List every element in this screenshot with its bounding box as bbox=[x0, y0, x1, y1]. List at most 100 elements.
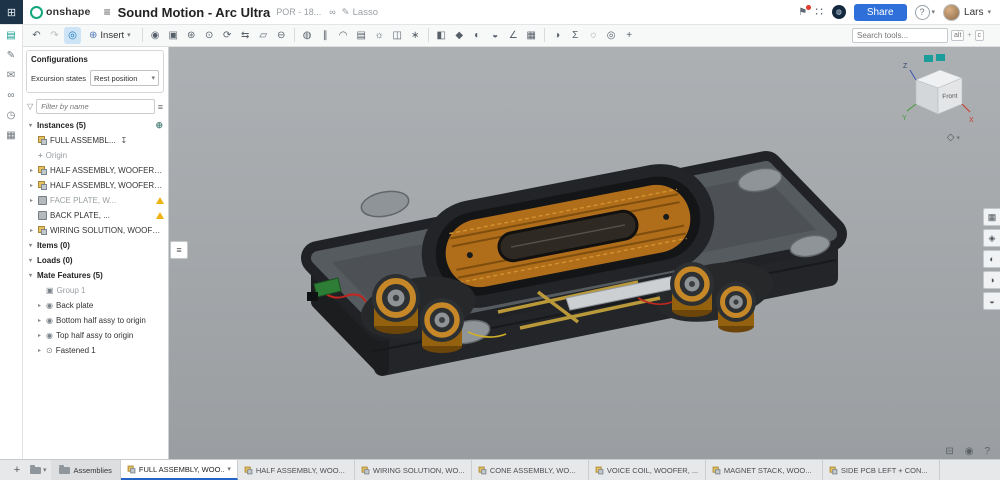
configuration-select[interactable]: Rest position ▾ bbox=[90, 70, 159, 86]
tree-item-half-assembly-1[interactable]: ▸ HALF ASSEMBLY, WOOFER, ... bbox=[22, 163, 168, 178]
comments-panel-icon[interactable]: ✉ bbox=[7, 70, 15, 81]
tab-full-assembly[interactable]: FULL ASSEMBLY, WOO... ▾ bbox=[121, 460, 238, 480]
onshape-logo[interactable]: onshape bbox=[30, 6, 91, 19]
user-menu[interactable]: Lars ▾ bbox=[943, 4, 991, 21]
chevron-right-icon[interactable]: ▸ bbox=[36, 302, 43, 309]
section-instances[interactable]: ▾ Instances (5) ⊕ bbox=[22, 118, 168, 133]
mass-properties-icon[interactable]: Σ bbox=[567, 27, 584, 44]
chevron-right-icon[interactable]: ▸ bbox=[28, 182, 35, 189]
announcements-icon[interactable]: ⚑ bbox=[798, 7, 807, 18]
undo-icon[interactable]: ↶ bbox=[28, 27, 45, 44]
planar-mate-icon[interactable]: ▱ bbox=[255, 27, 272, 44]
tree-item-back-plate[interactable]: BACK PLATE, ... bbox=[22, 208, 168, 223]
configurations-panel-button[interactable]: ◈ bbox=[983, 229, 1000, 247]
document-menu-icon[interactable]: ≡ bbox=[104, 5, 111, 19]
section-view-icon[interactable]: ◒ bbox=[487, 27, 504, 44]
app-menu-button[interactable]: ⊞ bbox=[0, 0, 23, 24]
document-version-label[interactable]: POR - 18... bbox=[276, 7, 321, 17]
tab-magnet-stack[interactable]: MAGNET STACK, WOO... bbox=[706, 460, 823, 480]
new-tab-button[interactable]: + bbox=[8, 460, 26, 480]
browse-tabs-button[interactable]: ▾ bbox=[26, 460, 51, 480]
tree-item-half-assembly-2[interactable]: ▸ HALF ASSEMBLY, WOOFER, ... bbox=[22, 178, 168, 193]
section-panel-button[interactable]: ◒ bbox=[983, 292, 1000, 310]
explode-view-icon[interactable]: ∗ bbox=[407, 27, 424, 44]
tree-item-origin[interactable]: + Origin bbox=[22, 148, 168, 163]
follow-panel-icon[interactable]: ∞ bbox=[7, 90, 14, 101]
revolute-mate-icon[interactable]: ⟳ bbox=[219, 27, 236, 44]
chevron-right-icon[interactable]: ▸ bbox=[36, 347, 43, 354]
named-positions-icon[interactable]: ◆ bbox=[451, 27, 468, 44]
feature-list-panel-icon[interactable]: ▦ bbox=[6, 130, 15, 141]
panel-flyout-button[interactable]: ≡ bbox=[170, 241, 188, 259]
transform-icon[interactable]: + bbox=[621, 27, 638, 44]
tab-filter-assemblies[interactable]: Assemblies bbox=[51, 460, 121, 480]
soundbar-3d-model[interactable] bbox=[168, 46, 1000, 460]
fastened-mate-icon[interactable]: ⊙ bbox=[201, 27, 218, 44]
mate-item-group-1[interactable]: ▣ Group 1 bbox=[22, 283, 168, 298]
instance-list-panel-icon[interactable]: ▤ bbox=[6, 30, 15, 41]
tab-side-pcb[interactable]: SIDE PCB LEFT + CON... bbox=[823, 460, 940, 480]
section-items[interactable]: ▾ Items (0) bbox=[22, 238, 168, 253]
display-states-icon[interactable]: ◐ bbox=[469, 27, 486, 44]
learning-center-icon[interactable]: ◍ bbox=[832, 5, 846, 19]
ball-mate-icon[interactable]: ◍ bbox=[299, 27, 316, 44]
mate-item-bottom-half[interactable]: ▸ ◉ Bottom half assy to origin bbox=[22, 313, 168, 328]
tab-cone-assembly[interactable]: CONE ASSEMBLY, WO... bbox=[472, 460, 589, 480]
edit-panel-icon[interactable]: ✎ bbox=[7, 50, 15, 61]
group-icon[interactable]: ▣ bbox=[165, 27, 182, 44]
slider-mate-icon[interactable]: ⇆ bbox=[237, 27, 254, 44]
select-tool-icon[interactable]: ◎ bbox=[64, 27, 81, 44]
chevron-right-icon[interactable]: ▸ bbox=[36, 332, 43, 339]
mate-connector-icon[interactable]: ⊛ bbox=[183, 27, 200, 44]
mate-item-top-half[interactable]: ▸ ◉ Top half assy to origin bbox=[22, 328, 168, 343]
tree-item-face-plate[interactable]: ▸ FACE PLATE, W... bbox=[22, 193, 168, 208]
mate-item-fastened-1[interactable]: ▸ ⊙ Fastened 1 bbox=[22, 343, 168, 358]
print-icon[interactable]: ⊟ bbox=[945, 446, 953, 457]
replicate-icon[interactable]: ◫ bbox=[389, 27, 406, 44]
chevron-right-icon[interactable]: ▸ bbox=[36, 317, 43, 324]
tab-half-assembly[interactable]: HALF ASSEMBLY, WOO... bbox=[238, 460, 355, 480]
section-mate-features[interactable]: ▾ Mate Features (5) bbox=[22, 268, 168, 283]
display-states-panel-button[interactable]: ◐ bbox=[983, 250, 1000, 268]
workspace-mode[interactable]: ✎ Lasso bbox=[342, 7, 378, 18]
section-loads[interactable]: ▾ Loads (0) bbox=[22, 253, 168, 268]
insert-instance-icon[interactable]: ⊕ bbox=[155, 120, 163, 131]
filter-icon[interactable]: ▽ bbox=[27, 102, 33, 111]
chevron-right-icon[interactable]: ▸ bbox=[28, 227, 35, 234]
snapshot-icon[interactable]: ◧ bbox=[433, 27, 450, 44]
isolate-icon[interactable]: ◎ bbox=[603, 27, 620, 44]
circular-pattern-icon[interactable]: ☼ bbox=[371, 27, 388, 44]
search-tools-input[interactable] bbox=[852, 28, 948, 43]
link-icon[interactable]: ∞ bbox=[329, 7, 335, 17]
parallel-mate-icon[interactable]: ∥ bbox=[317, 27, 334, 44]
measure-icon[interactable]: ∠ bbox=[505, 27, 522, 44]
cylindrical-mate-icon[interactable]: ⊖ bbox=[273, 27, 290, 44]
share-button[interactable]: Share bbox=[854, 4, 907, 21]
app-store-icon[interactable]: ∷ bbox=[815, 5, 824, 19]
redo-icon[interactable]: ↷ bbox=[46, 27, 63, 44]
tab-voice-coil[interactable]: VOICE COIL, WOOFER, ... bbox=[589, 460, 706, 480]
appearance-panel-button[interactable]: ◑ bbox=[983, 271, 1000, 289]
history-panel-icon[interactable]: ◷ bbox=[7, 110, 16, 121]
mate-icon[interactable]: ◉ bbox=[147, 27, 164, 44]
help-icon[interactable]: ? bbox=[984, 446, 990, 457]
tangent-mate-icon[interactable]: ◠ bbox=[335, 27, 352, 44]
hide-icon[interactable]: ◌ bbox=[585, 27, 602, 44]
view-cube[interactable]: Front Z Y X bbox=[900, 54, 978, 132]
help-menu[interactable]: ? ▾ bbox=[915, 5, 936, 20]
insert-button[interactable]: ⊕ Insert ▾ bbox=[82, 30, 138, 41]
3d-viewport[interactable]: ≡ Front Z Y X ◇ ▾ ▦ ◈ ◐ ◑ ◒ ⊟ bbox=[168, 46, 1000, 460]
snapshot-camera-icon[interactable]: ◉ bbox=[965, 446, 974, 457]
chevron-right-icon[interactable]: ▸ bbox=[28, 197, 35, 204]
bom-icon[interactable]: ▦ bbox=[523, 27, 540, 44]
bom-panel-button[interactable]: ▦ bbox=[983, 208, 1000, 226]
chevron-right-icon[interactable]: ▸ bbox=[28, 167, 35, 174]
mate-item-back-plate[interactable]: ▸ ◉ Back plate bbox=[22, 298, 168, 313]
list-options-icon[interactable]: ≡ bbox=[158, 102, 163, 112]
filter-input[interactable] bbox=[36, 99, 155, 114]
linear-pattern-icon[interactable]: ▤ bbox=[353, 27, 370, 44]
tab-wiring-solution[interactable]: WIRING SOLUTION, WO... bbox=[355, 460, 472, 480]
view-menu-button[interactable]: ◇ ▾ bbox=[947, 132, 960, 143]
appearance-icon[interactable]: ◑ bbox=[549, 27, 566, 44]
tree-item-wiring-solution[interactable]: ▸ WIRING SOLUTION, WOOFER,... bbox=[22, 223, 168, 238]
